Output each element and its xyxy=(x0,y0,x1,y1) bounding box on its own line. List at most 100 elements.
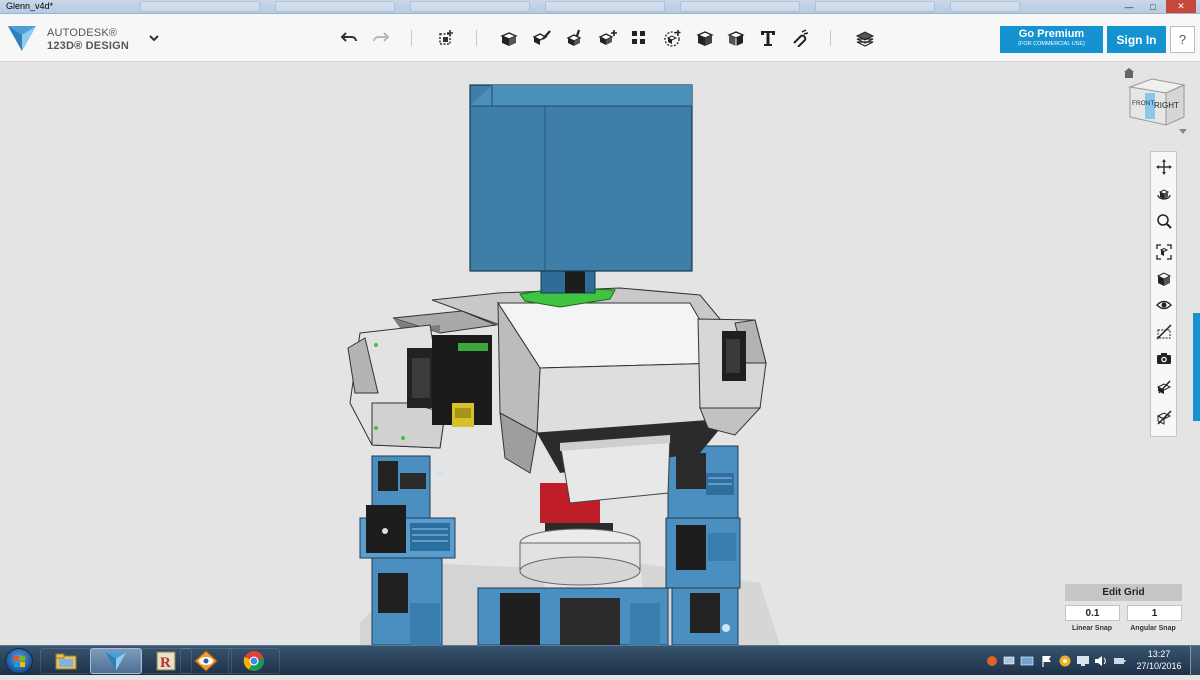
window-title-bar: Glenn_v4d* — □ ✕ xyxy=(0,0,1200,14)
close-button[interactable]: ✕ xyxy=(1166,0,1196,13)
go-premium-sublabel: (FOR COMMERCIAL USE) xyxy=(1018,41,1085,47)
robot-head xyxy=(469,84,693,272)
background-window-tab xyxy=(680,1,800,12)
background-window-tab xyxy=(140,1,260,12)
background-window-tab xyxy=(950,1,1020,12)
navigation-bar xyxy=(1150,151,1177,437)
primitives-button[interactable] xyxy=(497,26,521,50)
maximize-button[interactable]: □ xyxy=(1142,0,1164,13)
tray-app-icon[interactable] xyxy=(985,654,999,668)
linear-snap-label: Linear Snap xyxy=(1071,625,1113,632)
view-mode-button[interactable] xyxy=(1154,269,1174,289)
left-leg xyxy=(359,455,456,645)
transform-icon xyxy=(439,30,453,45)
sketch-icon xyxy=(532,30,551,45)
visibility-button[interactable] xyxy=(1154,295,1174,315)
undo-button[interactable] xyxy=(337,26,361,50)
action-center-flag-icon[interactable] xyxy=(1040,654,1054,668)
visibility-icon xyxy=(1156,300,1172,310)
pattern-icon xyxy=(632,31,645,44)
construct-button[interactable] xyxy=(563,26,587,50)
measure-button[interactable] xyxy=(724,26,748,50)
view-cube[interactable]: FRONT RIGHT xyxy=(1118,67,1196,147)
outline-icon xyxy=(1156,410,1172,425)
svg-text:R: R xyxy=(160,655,171,671)
go-premium-label: Go Premium xyxy=(1018,28,1085,40)
modify-icon xyxy=(598,30,617,45)
linear-snap-field[interactable]: 0.1 xyxy=(1065,605,1120,621)
home-icon[interactable] xyxy=(1124,68,1134,78)
sign-in-button[interactable]: Sign In xyxy=(1107,26,1166,53)
background-window-tab xyxy=(275,1,395,12)
pan-button[interactable] xyxy=(1154,157,1174,177)
start-button[interactable] xyxy=(5,648,33,674)
taskbar-app-123d[interactable] xyxy=(90,648,142,674)
snap-button[interactable] xyxy=(788,26,812,50)
toolbar-separator xyxy=(411,30,412,46)
view-mode-icon xyxy=(1156,272,1172,286)
tray-window-icon[interactable] xyxy=(1020,654,1034,668)
chevron-down-icon[interactable] xyxy=(146,31,162,45)
angular-snap-label: Angular Snap xyxy=(1130,625,1176,632)
combine-button[interactable] xyxy=(693,26,717,50)
outline-button[interactable] xyxy=(1154,407,1174,427)
show-desktop-button[interactable] xyxy=(1190,646,1200,676)
transform-button[interactable] xyxy=(434,26,458,50)
minimize-icon: — xyxy=(1124,1,1134,12)
orbit-button[interactable] xyxy=(1154,184,1174,204)
taskbar-app-chrome[interactable] xyxy=(228,648,280,674)
orbit-icon xyxy=(1157,189,1171,200)
minimize-button[interactable]: — xyxy=(1118,0,1140,13)
taskbar-app-eye[interactable] xyxy=(180,648,232,674)
rhino-r-icon: R xyxy=(156,651,176,671)
background-window-tab xyxy=(815,1,935,12)
edit-grid-button[interactable]: Edit Grid xyxy=(1065,584,1182,601)
123d-design-icon xyxy=(105,652,127,671)
pan-icon xyxy=(1156,159,1172,175)
eye-app-icon xyxy=(194,650,218,672)
combine-icon xyxy=(696,31,714,46)
zoom-button[interactable] xyxy=(1154,211,1174,231)
close-icon: ✕ xyxy=(1177,1,1185,11)
autodesk-123d-logo-icon xyxy=(8,26,36,51)
materials-icon xyxy=(855,31,875,47)
materials-button[interactable] xyxy=(853,26,877,50)
angular-snap-field[interactable]: 1 xyxy=(1127,605,1182,621)
brand-product: 123D® DESIGN xyxy=(47,40,130,52)
modify-button[interactable] xyxy=(596,26,620,50)
fit-icon xyxy=(1156,244,1172,260)
redo-button[interactable] xyxy=(369,26,393,50)
tray-network-icon[interactable] xyxy=(1002,654,1016,668)
main-toolbar: AUTODESK® 123D® DESIGN Go Premium (FOR C… xyxy=(0,14,1200,62)
text-button[interactable] xyxy=(756,26,780,50)
robot-model-render[interactable] xyxy=(0,63,1200,645)
fit-button[interactable] xyxy=(1154,242,1174,262)
materials-visibility-button[interactable] xyxy=(1154,377,1174,397)
tray-update-icon[interactable] xyxy=(1058,654,1072,668)
sketch-button[interactable] xyxy=(530,26,554,50)
go-premium-button[interactable]: Go Premium (FOR COMMERCIAL USE) xyxy=(1000,26,1103,53)
side-panel-tab[interactable] xyxy=(1193,313,1200,421)
edit-grid-panel: Edit Grid 0.1 1 Linear Snap Angular Snap xyxy=(1065,584,1182,638)
taskbar-app-explorer[interactable] xyxy=(40,648,92,674)
tray-monitor-icon[interactable] xyxy=(1076,654,1090,668)
camera-button[interactable] xyxy=(1154,348,1174,368)
clock-date[interactable]: 27/10/2016 xyxy=(1133,661,1185,671)
brand-autodesk: AUTODESK® xyxy=(47,27,118,39)
tray-power-icon[interactable] xyxy=(1112,654,1126,668)
group-icon xyxy=(664,30,681,47)
pattern-button[interactable] xyxy=(627,26,651,50)
redo-icon xyxy=(373,32,390,42)
speaker-icon[interactable] xyxy=(1094,654,1108,668)
help-button[interactable]: ? xyxy=(1170,26,1195,53)
text-icon xyxy=(761,31,775,46)
background-window-tab xyxy=(545,1,665,12)
hide-button[interactable] xyxy=(1154,322,1174,342)
clock-time[interactable]: 13:27 xyxy=(1139,649,1179,659)
windows-logo-icon xyxy=(14,656,25,667)
view-cube-menu-icon[interactable] xyxy=(1179,129,1187,134)
3d-viewport[interactable]: FRONT RIGHT Edit Grid 0.1 1 Linear Snap … xyxy=(0,63,1200,645)
group-button[interactable] xyxy=(660,26,684,50)
undo-icon xyxy=(340,32,357,42)
right-leg xyxy=(665,445,741,645)
